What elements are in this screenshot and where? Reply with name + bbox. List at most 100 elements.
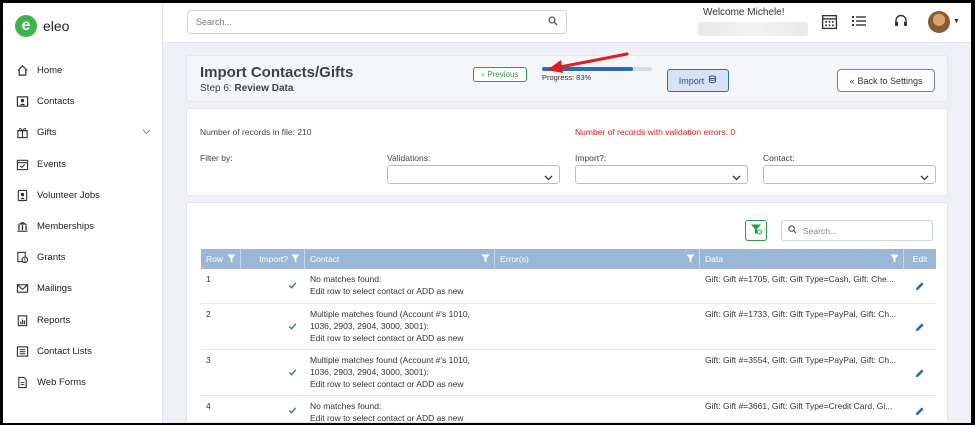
brand-name: eleo (43, 18, 70, 34)
back-to-settings-button[interactable]: « Back to Settings (837, 69, 935, 92)
sidebar-item-memberships[interactable]: Memberships (3, 211, 163, 242)
column-filter-icon[interactable] (227, 254, 236, 265)
contact-filter-label: Contact: (763, 153, 795, 163)
contact-line: Multiple matches found (Account #'s 1010… (310, 355, 470, 365)
table-row[interactable]: 2 Multiple matches found (Account #'s 10… (201, 304, 936, 350)
pencil-icon[interactable] (914, 281, 925, 292)
records-count: Number of records in file: 210 (200, 127, 312, 137)
sidebar-item-home[interactable]: Home (3, 55, 163, 86)
validations-label: Validations: (387, 153, 431, 163)
sidebar-item-label: Events (37, 158, 67, 170)
sidebar-item-contacts[interactable]: Contacts (3, 86, 163, 117)
contact-line: Edit row to select contact or ADD as new (310, 333, 464, 343)
import-checkbox[interactable] (241, 269, 305, 303)
sidebar-item-gifts[interactable]: Gifts (3, 117, 163, 148)
column-header-row[interactable]: Row (201, 249, 241, 269)
table-search-input[interactable]: Search... (781, 220, 933, 241)
errors-cell (495, 350, 700, 395)
table-search-placeholder: Search... (803, 225, 838, 236)
sidebar-item-events[interactable]: Events (3, 149, 163, 180)
table-row[interactable]: 4 No matches found: Edit row to select c… (201, 396, 936, 423)
row-number: 2 (206, 309, 211, 319)
column-header-data[interactable]: Data (700, 249, 904, 269)
sidebar-item-label: Mailings (37, 283, 72, 295)
column-label: Error(s) (500, 254, 529, 264)
checkmark-icon (288, 407, 297, 414)
envelope-icon (15, 282, 29, 296)
contact-line: Multiple matches found (Account #'s 1010… (310, 309, 470, 319)
column-filter-icon[interactable] (686, 254, 695, 265)
import-button[interactable]: Import (667, 69, 729, 92)
review-table-panel: Search... Row Import? Contact Error(s) D… (186, 202, 948, 423)
sidebar-item-grants[interactable]: $ Grants (3, 242, 163, 273)
import-checkbox[interactable] (241, 396, 305, 423)
home-icon (15, 64, 29, 78)
brand[interactable]: e eleo (15, 15, 69, 37)
edit-cell (904, 350, 936, 395)
page-title: Import Contacts/Gifts (200, 64, 354, 81)
contact-select[interactable] (763, 165, 936, 184)
row-number: 1 (206, 274, 211, 284)
topbar: Search... Welcome Michele! ▼ (163, 3, 971, 43)
calendar-icon[interactable] (821, 13, 838, 35)
headset-icon[interactable] (893, 13, 909, 34)
edit-cell (904, 304, 936, 349)
sidebar-item-label: Home (37, 65, 63, 77)
filter-toggle-button[interactable] (745, 220, 767, 241)
column-header-import[interactable]: Import? (241, 249, 305, 269)
contact-cell: No matches found: Edit row to select con… (305, 269, 495, 303)
import-checkbox[interactable] (241, 304, 305, 349)
import-checkbox[interactable] (241, 350, 305, 395)
data-cell: Gift: Gift #=1733, Gift: Gift Type=PayPa… (705, 309, 897, 319)
sidebar-item-label: Web Forms (37, 376, 86, 388)
table-body: 1 No matches found: Edit row to select c… (201, 269, 936, 423)
list-icon (15, 344, 29, 358)
column-filter-icon[interactable] (291, 254, 300, 265)
chevron-left-icon: ‹ (481, 70, 485, 79)
table-row[interactable]: 1 No matches found: Edit row to select c… (201, 269, 936, 304)
validation-errors-count: Number of records with validation errors… (575, 127, 736, 137)
import-label: Import (678, 75, 705, 86)
step-indicator: Step 6: Review Data (200, 83, 293, 94)
previous-button[interactable]: ‹ Previous (473, 67, 527, 82)
search-input[interactable]: Search... (187, 10, 567, 34)
edit-cell (904, 396, 936, 423)
errors-cell (495, 304, 700, 349)
pencil-icon[interactable] (914, 322, 925, 333)
sidebar-item-mailings[interactable]: Mailings (3, 273, 163, 304)
table-row[interactable]: 3 Multiple matches found (Account #'s 10… (201, 350, 936, 396)
checkmark-icon (288, 282, 297, 289)
column-header-contact[interactable]: Contact (305, 249, 495, 269)
contact-cell: No matches found: Edit row to select con… (305, 396, 495, 423)
pencil-icon[interactable] (914, 368, 925, 379)
caret-down-icon[interactable]: ▼ (953, 18, 960, 25)
data-cell: Gift: Gift #=3554, Gift: Gift Type=PayPa… (705, 355, 897, 365)
validations-select[interactable] (387, 165, 560, 184)
row-number: 3 (206, 355, 211, 365)
pencil-icon[interactable] (914, 406, 925, 417)
column-filter-icon[interactable] (890, 254, 899, 265)
eleo-logo: e (15, 15, 37, 37)
chevron-down-icon (544, 169, 553, 187)
sidebar-item-volunteer-jobs[interactable]: Volunteer Jobs (3, 180, 163, 211)
sidebar-item-web-forms[interactable]: Web Forms (3, 367, 163, 398)
column-label: Edit (912, 254, 928, 264)
filter-icon (750, 222, 762, 240)
step-prefix: Step 6: (200, 83, 232, 94)
chevron-down-icon[interactable] (142, 127, 151, 138)
edit-cell (904, 269, 936, 303)
column-header-errors[interactable]: Error(s) (495, 249, 700, 269)
building-icon (15, 220, 29, 234)
sidebar-item-contact-lists[interactable]: Contact Lists (3, 336, 163, 367)
row-number: 4 (206, 401, 211, 411)
data-cell: Gift: Gift #=3661, Gift: Gift Type=Credi… (705, 401, 893, 411)
sidebar-nav: Home Contacts Gifts Events Volunteer Job… (3, 55, 163, 398)
sidebar-item-label: Contacts (37, 96, 75, 108)
avatar[interactable] (928, 11, 950, 33)
column-filter-icon[interactable] (481, 254, 490, 265)
previous-label: Previous (487, 70, 519, 79)
search-icon[interactable] (548, 16, 558, 28)
import-select[interactable] (575, 165, 748, 184)
sidebar-item-reports[interactable]: Reports (3, 305, 163, 336)
task-list-icon[interactable] (851, 13, 867, 34)
